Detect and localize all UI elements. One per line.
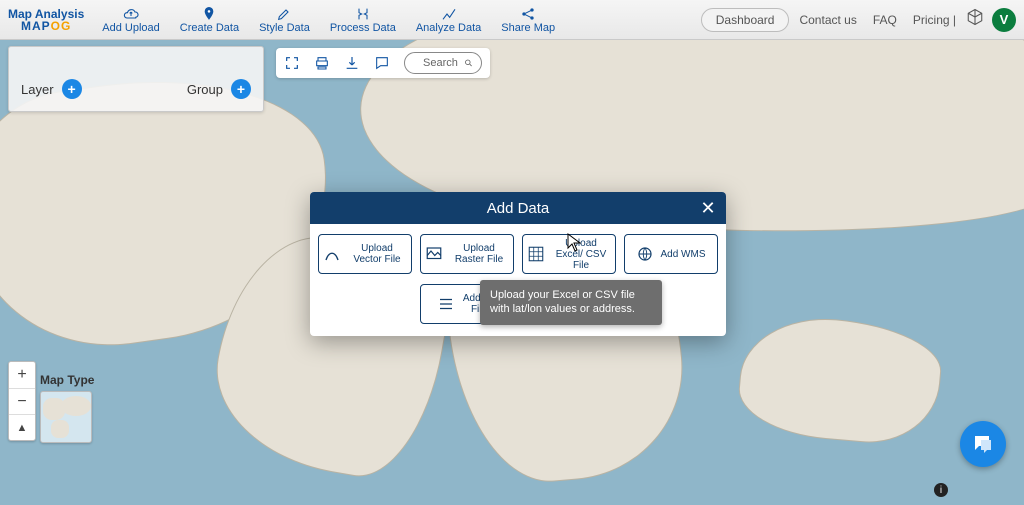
comment-icon[interactable] [374,55,390,71]
upload-raster-label: Upload Raster File [449,243,509,265]
modal-close-button[interactable]: ✕ [698,198,718,218]
zoom-controls: + − ▲ [8,361,36,441]
reset-north-button[interactable]: ▲ [9,414,35,440]
analyze-icon [441,6,457,22]
add-wms-option[interactable]: Add WMS [624,234,718,274]
map-type-thumbnail[interactable] [40,391,92,443]
upload-vector-label: Upload Vector File [347,243,407,265]
share-icon [520,6,536,22]
chat-fab[interactable] [960,421,1006,467]
style-data-button[interactable]: Style Data [251,1,318,39]
map-search[interactable]: Search [404,52,482,74]
create-data-button[interactable]: Create Data [172,1,247,39]
fullscreen-icon[interactable] [284,55,300,71]
chat-icon [971,432,995,456]
vector-icon [323,245,341,263]
print-icon[interactable] [314,55,330,71]
zoom-out-button[interactable]: − [9,388,35,414]
list-icon [437,295,455,313]
upload-vector-option[interactable]: Upload Vector File [318,234,412,274]
add-layer-button[interactable]: + [62,79,82,99]
add-wms-label: Add WMS [660,249,705,260]
analyze-data-button[interactable]: Analyze Data [408,1,489,39]
cloud-upload-icon [123,6,139,22]
paint-icon [276,6,292,22]
group-label: Group [187,82,223,97]
landmass [735,312,945,449]
brand-logo: Map Analysis MAPOG [8,8,84,32]
wms-icon [636,245,654,263]
layer-panel: Layer + Group + [8,46,264,112]
add-group-button[interactable]: + [231,79,251,99]
search-icon [464,56,473,70]
add-upload-label: Add Upload [102,22,160,34]
user-avatar[interactable]: V [992,8,1016,32]
analyze-data-label: Analyze Data [416,22,481,34]
faq-link[interactable]: FAQ [867,13,903,27]
download-icon[interactable] [344,55,360,71]
add-data-modal: Add Data ✕ Upload Vector File Upload Ras… [310,192,726,336]
dashboard-button[interactable]: Dashboard [701,8,790,32]
share-map-button[interactable]: Share Map [493,1,563,39]
create-data-label: Create Data [180,22,239,34]
modal-header: Add Data ✕ [310,192,726,224]
spreadsheet-icon [527,245,545,263]
cube-icon[interactable] [966,8,984,31]
add-upload-button[interactable]: Add Upload [94,1,168,39]
map-tools-bar: Search [276,48,490,78]
contact-link[interactable]: Contact us [793,13,862,27]
search-placeholder: Search [423,57,458,69]
layer-group: Layer + [21,79,82,99]
process-icon [355,6,371,22]
brand-bottom: MAPOG [21,20,71,32]
upload-excel-label: Upload Excel/ CSV File [551,238,611,271]
pricing-link[interactable]: Pricing | [907,13,962,27]
modal-body: Upload Vector File Upload Raster File Up… [310,224,726,336]
add-excel-label-2: Add Ex File [461,293,497,315]
process-data-button[interactable]: Process Data [322,1,404,39]
upload-excel-option[interactable]: Upload Excel/ CSV File [522,234,616,274]
style-data-label: Style Data [259,22,310,34]
raster-icon [425,245,443,263]
pin-icon [201,6,217,22]
share-map-label: Share Map [501,22,555,34]
zoom-in-button[interactable]: + [9,362,35,388]
layer-label: Layer [21,82,54,97]
top-toolbar: Map Analysis MAPOG Add Upload Create Dat… [0,0,1024,40]
process-data-label: Process Data [330,22,396,34]
modal-title: Add Data [487,200,550,217]
group-group: Group + [187,79,251,99]
add-excel-option-2[interactable]: Add Ex File [420,284,514,324]
map-type-label: Map Type [40,373,94,387]
info-button[interactable]: i [934,483,948,497]
upload-raster-option[interactable]: Upload Raster File [420,234,514,274]
